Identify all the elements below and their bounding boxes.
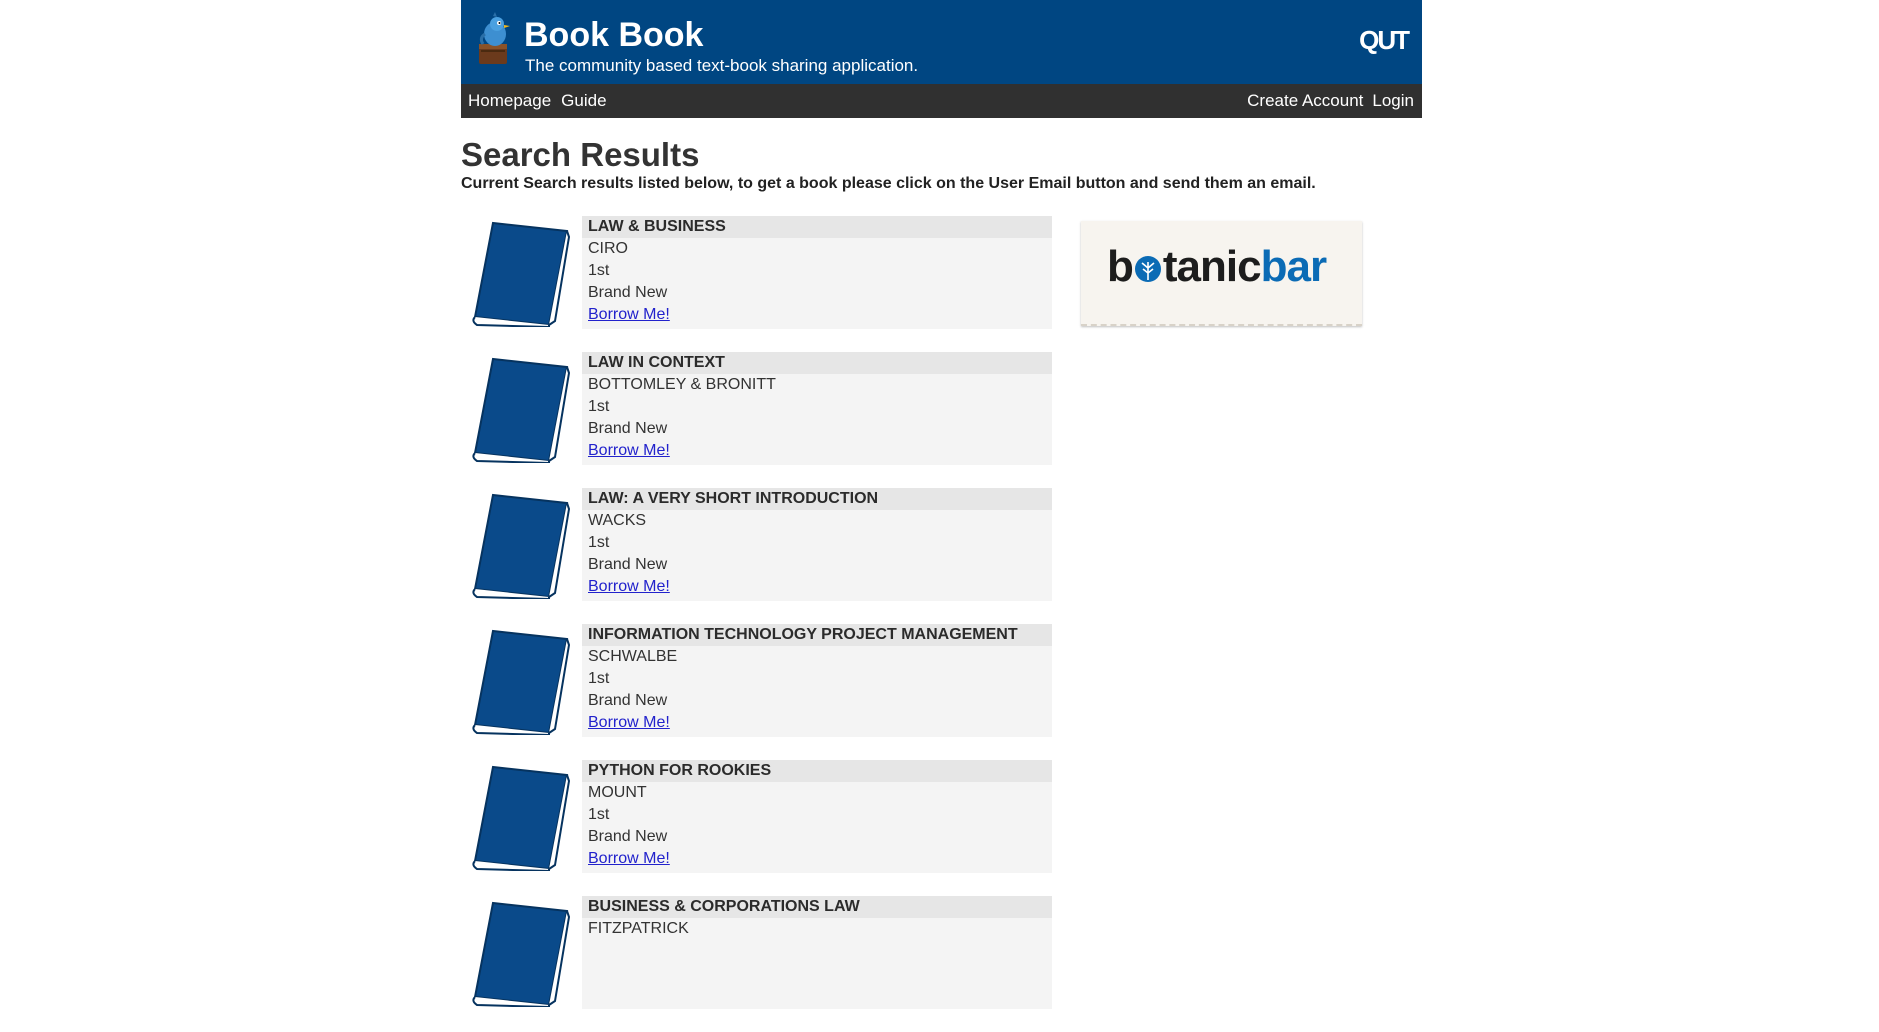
page-subtitle: Current Search results listed below, to … [461,175,1316,192]
nav-create-account-link[interactable]: Create Account [1247,91,1363,111]
book-title: LAW: A VERY SHORT INTRODUCTION [582,488,1052,510]
book-author: FITZPATRICK [588,920,689,937]
book-author: MOUNT [588,784,647,801]
borrow-row: Borrow Me! [582,440,1052,462]
borrow-row: Borrow Me! [582,304,1052,326]
nav-homepage-link[interactable]: Homepage [468,91,551,111]
book-title: LAW IN CONTEXT [582,352,1052,374]
result-item: PYTHON FOR ROOKIES MOUNT 1st Brand New B… [461,760,1052,896]
borrow-me-link[interactable]: Borrow Me! [588,714,670,731]
botanicbar-logo: b tanicbar [1107,242,1327,291]
qut-logo: QUT [1359,25,1410,55]
book-edition: 1st [588,670,610,687]
result-item: INFORMATION TECHNOLOGY PROJECT MANAGEMEN… [461,624,1052,760]
bird-on-book-logo-icon [479,12,510,64]
borrow-row: Borrow Me! [582,712,1052,734]
book-condition: Brand New [588,828,668,845]
book-author: CIRO [588,240,628,257]
botanicbar-ad-banner[interactable]: b tanicbar [1081,221,1362,326]
app-title: Book Book [524,16,704,54]
book-condition: Brand New [588,692,668,709]
nav-login-link[interactable]: Login [1372,91,1414,111]
book-cover-icon [472,221,571,327]
result-item: LAW: A VERY SHORT INTRODUCTION WACKS 1st… [461,488,1052,624]
borrow-row: Borrow Me! [582,576,1052,598]
book-cover-icon [472,629,571,735]
book-edition: 1st [588,398,610,415]
borrow-me-link[interactable]: Borrow Me! [588,850,670,867]
book-edition: 1st [588,806,610,823]
result-card: LAW IN CONTEXT BOTTOMLEY & BRONITT 1st B… [582,352,1052,465]
book-cover-icon [472,765,571,871]
result-card: LAW & BUSINESS CIRO 1st Brand New Borrow… [582,216,1052,329]
book-cover-icon [472,493,571,599]
app-tagline: The community based text-book sharing ap… [525,56,919,75]
page-title: Search Results [461,136,700,173]
ad-text-part: bar [1260,242,1327,291]
result-item: BUSINESS & CORPORATIONS LAW FITZPATRICK [461,896,1052,1032]
book-title: INFORMATION TECHNOLOGY PROJECT MANAGEMEN… [582,624,1052,646]
nav-guide-link[interactable]: Guide [561,91,606,111]
book-condition: Brand New [588,420,668,437]
nav-right-group: Create Account Login [1247,84,1414,118]
book-title: LAW & BUSINESS [582,216,1052,238]
result-item: LAW IN CONTEXT BOTTOMLEY & BRONITT 1st B… [461,352,1052,488]
book-edition: 1st [588,262,610,279]
page-container: Book Book The community based text-book … [461,0,1422,1009]
book-cover-icon [472,901,571,1007]
book-condition: Brand New [588,556,668,573]
book-title: PYTHON FOR ROOKIES [582,760,1052,782]
ad-text-part: b [1107,242,1134,291]
borrow-me-link[interactable]: Borrow Me! [588,442,670,459]
result-card: PYTHON FOR ROOKIES MOUNT 1st Brand New B… [582,760,1052,873]
ad-text-part: tanic [1162,242,1262,291]
book-author: WACKS [588,512,647,529]
result-card: BUSINESS & CORPORATIONS LAW FITZPATRICK [582,896,1052,1009]
book-author: BOTTOMLEY & BRONITT [588,376,776,393]
result-card: INFORMATION TECHNOLOGY PROJECT MANAGEMEN… [582,624,1052,737]
book-cover-icon [472,357,571,463]
nav-left-group: Homepage Guide [468,84,607,118]
tree-circle-icon [1134,256,1161,282]
borrow-row: Borrow Me! [582,848,1052,870]
search-results-list: LAW & BUSINESS CIRO 1st Brand New Borrow… [461,216,1052,1032]
result-item: LAW & BUSINESS CIRO 1st Brand New Borrow… [461,216,1052,352]
main-nav: Homepage Guide Create Account Login [461,84,1422,118]
result-card: LAW: A VERY SHORT INTRODUCTION WACKS 1st… [582,488,1052,601]
book-author: SCHWALBE [588,648,678,665]
book-condition: Brand New [588,284,668,301]
book-edition: 1st [588,534,610,551]
site-header: Book Book The community based text-book … [461,0,1422,84]
book-title: BUSINESS & CORPORATIONS LAW [582,896,1052,918]
borrow-me-link[interactable]: Borrow Me! [588,578,670,595]
borrow-me-link[interactable]: Borrow Me! [588,306,670,323]
